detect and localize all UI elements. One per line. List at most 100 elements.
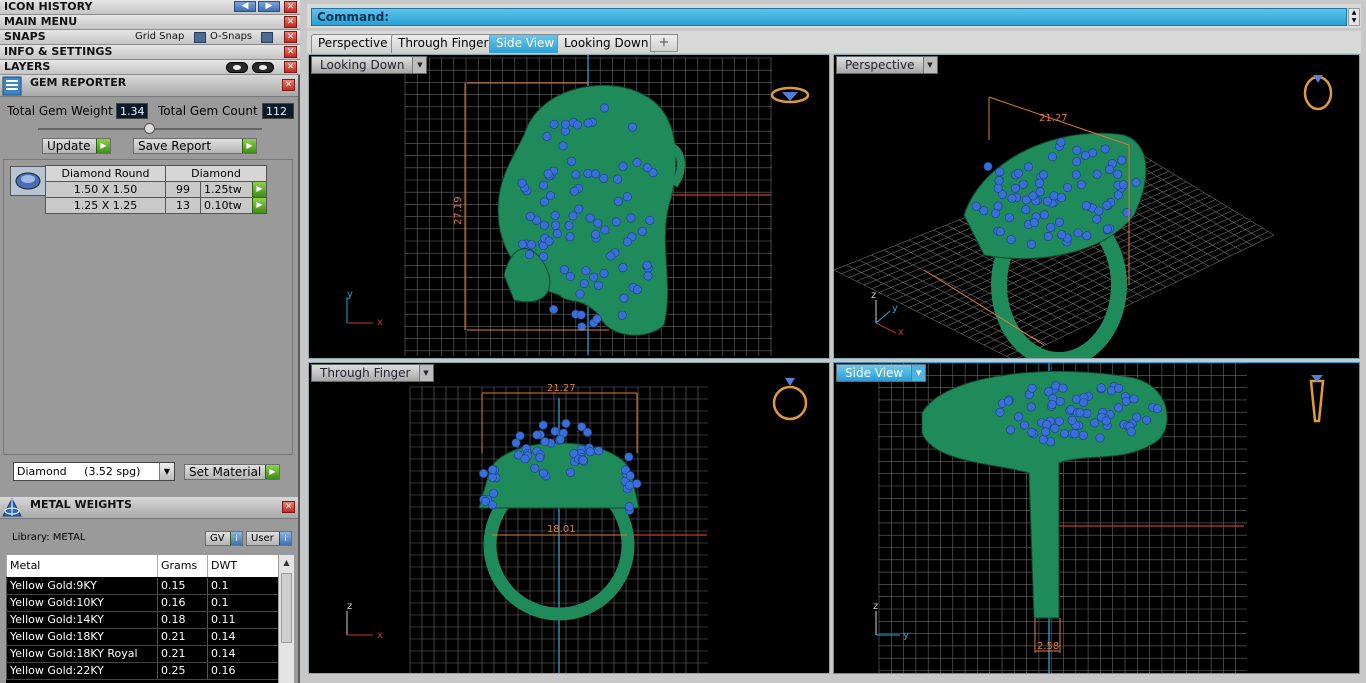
viewport-label: Looking Down (320, 58, 405, 72)
gem-weight-cell: 0.10tw ▶ (200, 197, 267, 214)
icon-history-bar[interactable]: ICON HISTORY ◀ ▶ ✕ (0, 0, 300, 15)
tab-side-view[interactable]: Side View (489, 34, 562, 53)
tab-through-finger[interactable]: Through Finger (391, 34, 496, 53)
viewport-menu-perspective[interactable]: Perspective ▼ (836, 56, 938, 74)
metal-name: Yellow Gold:14KY (6, 612, 157, 628)
close-icon[interactable]: ✕ (284, 1, 297, 13)
viewport-menu-through-finger[interactable]: Through Finger ▼ (311, 364, 434, 382)
grid-snap-toggle[interactable] (194, 32, 206, 43)
layer-hide-icon[interactable] (226, 62, 248, 73)
viewport-side-view[interactable]: 2.58 z y Side View ▼ (833, 362, 1360, 674)
save-report-label: Save Report (138, 139, 212, 153)
gem-weight-cell: 1.25tw ▶ (200, 181, 267, 198)
info-settings-bar[interactable]: INFO & SETTINGS ✕ (0, 45, 300, 60)
library-label: Library: METAL (12, 532, 86, 543)
scroll-thumb[interactable] (281, 573, 292, 643)
gv-button[interactable]: GV i (205, 531, 243, 546)
total-gem-weight-value: 1.34 (116, 103, 148, 119)
chevron-down-icon: ▼ (159, 463, 174, 480)
metal-column-header[interactable]: Metal (6, 555, 157, 577)
main-menu-title: MAIN MENU (4, 15, 78, 28)
ring-orientation-icon (1303, 75, 1333, 111)
table-row[interactable]: Yellow Gold:18KY Royal 0.21 0.14 (6, 646, 278, 663)
table-row[interactable]: Yellow Gold:18KY 0.21 0.14 (6, 629, 278, 646)
close-icon[interactable]: ✕ (282, 79, 295, 91)
add-tab-button[interactable]: + (650, 34, 678, 52)
table-row[interactable]: Yellow Gold:9KY 0.15 0.1 (6, 578, 278, 595)
side-view-scene: 2.58 z y (873, 363, 1325, 673)
grams-column-header[interactable]: Grams (157, 555, 207, 577)
ring-model (478, 418, 642, 621)
axis-z-label: z (347, 601, 352, 612)
close-icon[interactable]: ✕ (282, 501, 295, 513)
command-input[interactable]: Command: (311, 8, 1347, 26)
axis-x-label: x (898, 327, 904, 338)
close-icon[interactable]: ✕ (284, 31, 297, 43)
play-icon: ▶ (242, 139, 256, 153)
viewport-looking-down[interactable]: 27.19 y x Looking Down ▼ (308, 54, 830, 359)
metal-table-scrollbar[interactable]: ▲ (278, 555, 294, 683)
viewport-menu-side-view[interactable]: Side View ▼ (836, 364, 927, 382)
gem-reporter-icon (2, 76, 22, 96)
o-snaps-label: O-Snaps (210, 31, 253, 42)
axis-y-label: y (347, 289, 353, 300)
user-button[interactable]: User i (246, 531, 292, 546)
metal-weights-icon (2, 498, 22, 517)
close-icon[interactable]: ✕ (284, 16, 297, 28)
tab-perspective[interactable]: Perspective (311, 34, 395, 53)
history-back-button[interactable]: ◀ (234, 1, 256, 12)
save-report-button[interactable]: Save Report ▶ (133, 138, 257, 154)
axis-indicator: y x (346, 289, 383, 328)
user-label: User (251, 533, 274, 544)
close-icon[interactable]: ✕ (284, 46, 297, 58)
dimension-label: 21.27 (1039, 113, 1068, 124)
metal-grams: 0.16 (157, 595, 207, 611)
ring-model (963, 132, 1147, 358)
viewport-perspective[interactable]: 21.27 z y x Perspective ▼ (833, 54, 1360, 359)
o-snaps-toggle[interactable] (261, 32, 273, 43)
axis-x-label: x (377, 317, 383, 328)
table-row[interactable]: Yellow Gold:14KY 0.18 0.11 (6, 612, 278, 629)
ring-model (497, 84, 686, 336)
dwt-column-header[interactable]: DWT (207, 555, 278, 577)
metal-name: Yellow Gold:18KY (6, 629, 157, 645)
layers-bar[interactable]: LAYERS ✕ (0, 60, 300, 75)
metal-dwt: 0.14 (207, 629, 278, 645)
metal-dwt: 0.1 (207, 578, 278, 594)
tab-looking-down[interactable]: Looking Down (557, 34, 656, 53)
close-icon[interactable]: ✕ (284, 61, 297, 73)
play-icon[interactable]: ▶ (252, 182, 266, 197)
table-row[interactable]: Yellow Gold:10KY 0.16 0.1 (6, 595, 278, 612)
scroll-up-icon[interactable]: ▲ (280, 556, 293, 570)
play-icon: ▶ (265, 465, 279, 479)
gem-row[interactable]: 1.50 X 1.50 99 1.25tw ▶ (45, 181, 267, 198)
splitter-handle[interactable] (144, 123, 155, 134)
table-row[interactable]: Yellow Gold:22KY 0.25 0.16 (6, 663, 278, 680)
set-material-button[interactable]: Set Material ▶ (184, 464, 280, 480)
axis-z-label: z (873, 601, 878, 612)
main-menu-bar[interactable]: MAIN MENU ✕ (0, 15, 300, 30)
viewport-through-finger[interactable]: 21.27 18.01 z x Through Finger ▼ (308, 362, 830, 674)
material-select[interactable]: Diamond (3.52 spg) ▼ (13, 462, 175, 481)
viewport-label: Perspective (845, 58, 915, 72)
axis-indicator: z x (346, 601, 383, 641)
gem-weight: 0.10tw (204, 199, 242, 212)
gem-weight: 1.25tw (204, 183, 242, 196)
gem-cut-header: Diamond Round (45, 165, 166, 182)
play-icon: ▶ (96, 139, 110, 153)
command-scroll[interactable]: ▲ ▼ (1348, 8, 1360, 26)
history-forward-button[interactable]: ▶ (258, 1, 280, 12)
viewport-tabs: Perspective Through Finger Side View Loo… (307, 31, 1361, 53)
ring-orientation-icon (1309, 375, 1325, 423)
gem-row[interactable]: 1.25 X 1.25 13 0.10tw ▶ (45, 197, 267, 214)
update-button[interactable]: Update ▶ (42, 138, 111, 154)
gem-table: Diamond Round Diamond 1.50 X 1.50 99 1.2… (45, 165, 267, 214)
axis-y-label: y (903, 630, 909, 641)
play-icon[interactable]: ▶ (252, 198, 266, 213)
viewport-menu-looking-down[interactable]: Looking Down ▼ (311, 56, 428, 74)
axis-indicator: z y x (871, 290, 904, 338)
layer-eye-icon[interactable] (252, 62, 274, 73)
gem-count: 13 (165, 197, 201, 214)
metal-weights-header: METAL WEIGHTS ✕ (0, 497, 298, 519)
through-finger-scene: 21.27 18.01 z x (346, 378, 808, 673)
